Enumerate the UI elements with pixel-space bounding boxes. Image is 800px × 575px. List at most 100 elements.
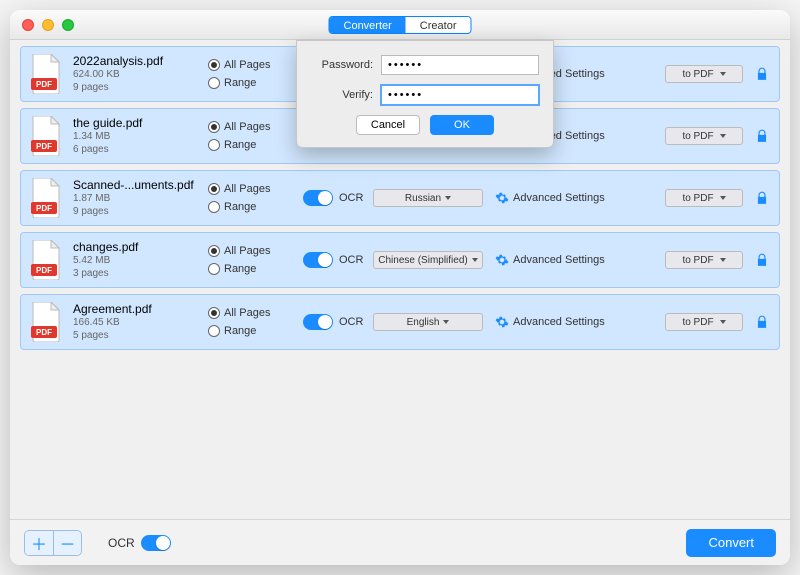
- file-pages: 6 pages: [73, 143, 208, 156]
- gear-icon: [495, 315, 509, 329]
- format-select[interactable]: to PDF: [665, 251, 743, 269]
- radio-icon: [208, 121, 220, 133]
- zoom-icon[interactable]: [62, 19, 74, 31]
- ocr-label: OCR: [339, 192, 363, 204]
- format-select[interactable]: to PDF: [665, 313, 743, 331]
- language-select[interactable]: Russian: [373, 189, 483, 207]
- gear-icon: [495, 191, 509, 205]
- file-info: 2022analysis.pdf 624.00 KB 9 pages: [73, 54, 208, 94]
- ok-button[interactable]: OK: [430, 115, 494, 135]
- lock-icon[interactable]: [755, 129, 769, 143]
- radio-range[interactable]: Range: [208, 201, 303, 213]
- ocr-toggle[interactable]: [303, 314, 333, 330]
- ocr-toggle-group: OCR: [303, 314, 373, 330]
- add-remove-group: ＋ －: [24, 530, 82, 556]
- file-size: 624.00 KB: [73, 68, 208, 81]
- ocr-toggle[interactable]: [303, 252, 333, 268]
- file-pages: 3 pages: [73, 267, 208, 280]
- pdf-icon: PDF: [31, 178, 61, 218]
- password-label: Password:: [311, 59, 373, 71]
- ocr-toggle[interactable]: [303, 190, 333, 206]
- radio-range[interactable]: Range: [208, 139, 303, 151]
- format-select[interactable]: to PDF: [665, 65, 743, 83]
- convert-button[interactable]: Convert: [686, 529, 776, 557]
- svg-text:PDF: PDF: [36, 328, 52, 337]
- radio-all-pages[interactable]: All Pages: [208, 121, 303, 133]
- tab-converter[interactable]: Converter: [330, 17, 406, 33]
- cancel-button[interactable]: Cancel: [356, 115, 420, 135]
- radio-range[interactable]: Range: [208, 263, 303, 275]
- verify-label: Verify:: [311, 89, 373, 101]
- file-size: 5.42 MB: [73, 254, 208, 267]
- tab-creator[interactable]: Creator: [406, 17, 471, 33]
- app-window: Converter Creator PDF 2022analysis.pdf 6…: [10, 10, 790, 565]
- radio-icon: [208, 201, 220, 213]
- file-name: the guide.pdf: [73, 116, 208, 130]
- radio-icon: [208, 59, 220, 71]
- close-icon[interactable]: [22, 19, 34, 31]
- advanced-settings[interactable]: Advanced Settings: [513, 192, 623, 204]
- svg-text:PDF: PDF: [36, 142, 52, 151]
- lock-icon[interactable]: [755, 191, 769, 205]
- lock-icon[interactable]: [755, 67, 769, 81]
- ocr-label: OCR: [339, 254, 363, 266]
- page-range: All Pages Range: [208, 245, 303, 275]
- radio-range[interactable]: Range: [208, 325, 303, 337]
- password-dialog: Password: Verify: Cancel OK: [296, 40, 554, 148]
- global-ocr: OCR: [108, 535, 171, 551]
- pdf-icon: PDF: [31, 302, 61, 342]
- global-ocr-toggle[interactable]: [141, 535, 171, 551]
- pdf-icon: PDF: [31, 116, 61, 156]
- radio-icon: [208, 183, 220, 195]
- password-field[interactable]: [381, 55, 539, 75]
- table-row[interactable]: PDF changes.pdf 5.42 MB 3 pages All Page…: [20, 232, 780, 288]
- radio-icon: [208, 263, 220, 275]
- format-select[interactable]: to PDF: [665, 189, 743, 207]
- minimize-icon[interactable]: [42, 19, 54, 31]
- radio-icon: [208, 139, 220, 151]
- ocr-toggle-group: OCR: [303, 252, 373, 268]
- language-select[interactable]: Chinese (Simplified): [373, 251, 483, 269]
- page-range: All Pages Range: [208, 121, 303, 151]
- lock-icon[interactable]: [755, 315, 769, 329]
- radio-icon: [208, 307, 220, 319]
- format-select[interactable]: to PDF: [665, 127, 743, 145]
- file-pages: 9 pages: [73, 205, 208, 218]
- verify-field[interactable]: [381, 85, 539, 105]
- titlebar: Converter Creator: [10, 10, 790, 40]
- page-range: All Pages Range: [208, 183, 303, 213]
- file-name: Scanned-...uments.pdf: [73, 178, 208, 192]
- file-name: 2022analysis.pdf: [73, 54, 208, 68]
- page-range: All Pages Range: [208, 307, 303, 337]
- advanced-settings[interactable]: Advanced Settings: [513, 254, 623, 266]
- file-size: 166.45 KB: [73, 316, 208, 329]
- gear-icon: [495, 253, 509, 267]
- window-controls: [22, 19, 74, 31]
- ocr-toggle-group: OCR: [303, 190, 373, 206]
- pdf-icon: PDF: [31, 54, 61, 94]
- page-range: All Pages Range: [208, 59, 303, 89]
- remove-button[interactable]: －: [53, 531, 81, 555]
- radio-range[interactable]: Range: [208, 77, 303, 89]
- radio-all-pages[interactable]: All Pages: [208, 245, 303, 257]
- radio-all-pages[interactable]: All Pages: [208, 183, 303, 195]
- file-info: changes.pdf 5.42 MB 3 pages: [73, 240, 208, 280]
- ocr-label: OCR: [108, 536, 135, 550]
- mode-tabs: Converter Creator: [329, 16, 472, 34]
- radio-all-pages[interactable]: All Pages: [208, 59, 303, 71]
- language-select[interactable]: English: [373, 313, 483, 331]
- advanced-settings[interactable]: Advanced Settings: [513, 316, 623, 328]
- svg-text:PDF: PDF: [36, 204, 52, 213]
- file-info: Scanned-...uments.pdf 1.87 MB 9 pages: [73, 178, 208, 218]
- file-info: the guide.pdf 1.34 MB 6 pages: [73, 116, 208, 156]
- radio-icon: [208, 77, 220, 89]
- radio-all-pages[interactable]: All Pages: [208, 307, 303, 319]
- pdf-icon: PDF: [31, 240, 61, 280]
- table-row[interactable]: PDF Scanned-...uments.pdf 1.87 MB 9 page…: [20, 170, 780, 226]
- lock-icon[interactable]: [755, 253, 769, 267]
- svg-text:PDF: PDF: [36, 80, 52, 89]
- add-button[interactable]: ＋: [25, 531, 53, 555]
- table-row[interactable]: PDF Agreement.pdf 166.45 KB 5 pages All …: [20, 294, 780, 350]
- radio-icon: [208, 325, 220, 337]
- file-size: 1.34 MB: [73, 130, 208, 143]
